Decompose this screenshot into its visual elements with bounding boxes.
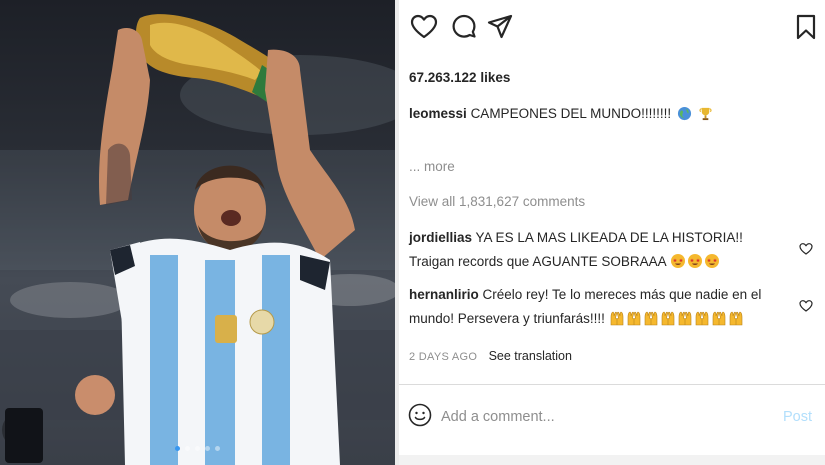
post-photo[interactable] <box>0 0 395 465</box>
carousel-dot <box>195 446 200 451</box>
paper-plane-icon[interactable] <box>485 12 515 42</box>
raised-hands-emoji-icon <box>644 311 657 326</box>
carousel-dot <box>205 446 210 451</box>
raised-hands-emoji-icon <box>695 311 708 326</box>
raised-hands-emoji-icon <box>678 311 691 326</box>
carousel-dot <box>185 446 190 451</box>
post-details-panel: 67.263.122 likes leomessi CAMPEONES DEL … <box>399 0 825 465</box>
view-all-comments-link[interactable]: View all 1,831,627 comments <box>409 194 585 209</box>
bottom-edge <box>399 455 825 465</box>
smiley-icon[interactable] <box>408 403 432 427</box>
comment-meta: 2 DAYS AGO See translation <box>409 349 572 363</box>
comment-username[interactable]: jordiellias <box>409 230 472 245</box>
comment-emojis <box>670 253 720 269</box>
comment-input[interactable]: Add a comment... <box>441 409 555 425</box>
action-bar <box>407 12 816 48</box>
comment-like-heart-icon[interactable] <box>799 242 813 256</box>
raised-hands-emoji-icon <box>627 311 640 326</box>
carousel-dot <box>175 446 180 451</box>
heart-icon[interactable] <box>409 12 439 42</box>
post-caption: leomessi CAMPEONES DEL MUNDO!!!!!!!! <box>409 106 713 121</box>
globe-emoji-icon <box>677 106 691 121</box>
star-struck-emoji-icon <box>670 254 685 268</box>
like-count[interactable]: 67.263.122 likes <box>409 70 510 85</box>
star-struck-emoji-icon <box>704 254 719 268</box>
star-struck-emoji-icon <box>687 254 702 268</box>
comment-like-heart-icon[interactable] <box>799 299 813 313</box>
raised-hands-emoji-icon <box>712 311 725 326</box>
caption-text: CAMPEONES DEL MUNDO!!!!!!!! <box>470 106 672 121</box>
carousel-dots <box>0 446 395 451</box>
photo-illustration <box>0 14 395 465</box>
comment: jordiellias YA ES LA MAS LIKEADA DE LA H… <box>409 226 813 274</box>
comment-username[interactable]: hernanlirio <box>409 287 479 302</box>
caption-username[interactable]: leomessi <box>409 106 467 121</box>
comment-timestamp: 2 DAYS AGO <box>409 351 478 363</box>
see-translation-link[interactable]: See translation <box>489 349 572 363</box>
comment-emojis <box>609 310 744 326</box>
trophy-emoji-icon <box>699 107 712 121</box>
raised-hands-emoji-icon <box>610 311 623 326</box>
caption-more-link[interactable]: ... more <box>409 159 455 174</box>
raised-hands-emoji-icon <box>729 311 742 326</box>
comment-bubble-icon[interactable] <box>449 12 479 42</box>
comment: hernanlirio Créelo rey! Te lo mereces má… <box>409 283 813 331</box>
carousel-dot <box>215 446 220 451</box>
raised-hands-emoji-icon <box>661 311 674 326</box>
comment-composer: Add a comment... Post <box>399 385 825 455</box>
post-button[interactable]: Post <box>783 409 812 425</box>
bookmark-icon[interactable] <box>791 12 821 42</box>
